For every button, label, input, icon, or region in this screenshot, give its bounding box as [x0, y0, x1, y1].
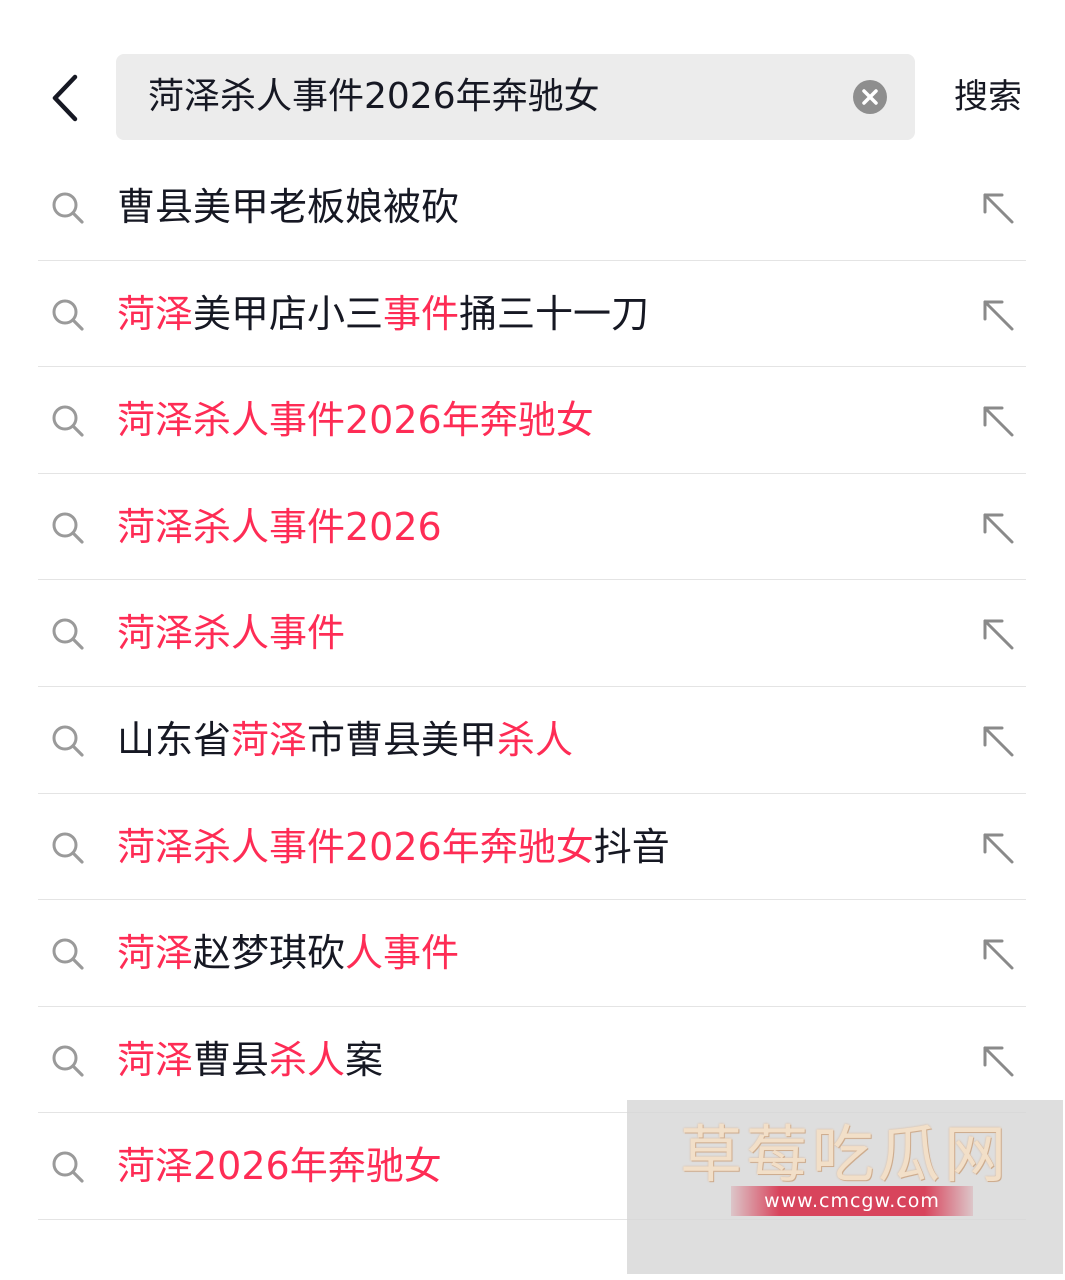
search-icon	[52, 1151, 84, 1183]
watermark: 草莓吃瓜网 www.cmcgw.com	[627, 1100, 1063, 1274]
arrow-up-left-icon[interactable]	[978, 828, 1018, 868]
suggestion-text-part: 捅三十一刀	[459, 291, 650, 336]
highlight-match: 菏泽杀人事件2026年奔驰女	[117, 824, 594, 869]
watermark-logo: 草莓吃瓜网	[679, 1118, 1010, 1191]
highlight-match: 杀人	[497, 717, 574, 762]
highlight-match: 菏泽杀人事件	[117, 611, 346, 656]
search-icon	[52, 299, 84, 331]
arrow-up-left-icon[interactable]	[978, 721, 1018, 761]
highlight-match: 菏泽2026年奔驰女	[117, 1144, 442, 1189]
suggestion-text-part: 抖音	[593, 824, 670, 869]
suggestion-text-part: 案	[345, 1037, 384, 1082]
arrow-up-left-icon[interactable]	[978, 401, 1018, 441]
suggestion-text-part: 山东省	[117, 717, 232, 762]
suggestion-item[interactable]: 菏泽曹县杀人案	[38, 1007, 1026, 1114]
suggestion-item[interactable]: 菏泽杀人事件	[38, 580, 1026, 687]
suggestion-text[interactable]: 菏泽美甲店小三事件捅三十一刀	[117, 261, 649, 367]
back-button[interactable]	[40, 68, 90, 128]
arrow-up-left-icon[interactable]	[978, 1041, 1018, 1081]
highlight-match: 菏泽杀人事件2026年奔驰女	[117, 398, 594, 443]
clear-circle-icon	[862, 89, 878, 105]
search-icon	[52, 192, 84, 224]
suggestion-text[interactable]: 菏泽2026年奔驰女	[117, 1113, 442, 1219]
suggestion-text[interactable]: 菏泽杀人事件2026年奔驰女抖音	[117, 794, 670, 900]
search-icon	[52, 725, 84, 757]
search-icon	[52, 405, 84, 437]
arrow-up-left-icon[interactable]	[978, 188, 1018, 228]
search-icon	[52, 938, 84, 970]
suggestion-text[interactable]: 菏泽杀人事件2026年奔驰女	[117, 367, 594, 473]
suggestion-text[interactable]: 菏泽杀人事件2026	[117, 474, 442, 580]
search-suggestion-screen: 菏泽杀人事件2026年奔驰女 搜索 曹县美甲老板娘被砍 菏泽美甲店小三事件捅三十一…	[0, 0, 1065, 1280]
suggestion-item[interactable]: 山东省菏泽市曹县美甲杀人	[38, 687, 1026, 794]
suggestion-text[interactable]: 山东省菏泽市曹县美甲杀人	[117, 687, 573, 793]
watermark-url-bar: www.cmcgw.com	[731, 1186, 973, 1216]
search-icon	[52, 618, 84, 650]
search-header: 菏泽杀人事件2026年奔驰女 搜索	[0, 0, 1065, 150]
suggestion-item[interactable]: 曹县美甲老板娘被砍	[38, 154, 1026, 261]
highlight-match: 菏泽	[117, 291, 194, 336]
arrow-up-left-icon[interactable]	[978, 508, 1018, 548]
suggestion-text[interactable]: 菏泽杀人事件	[117, 580, 345, 686]
suggestion-text-part: 市曹县美甲	[307, 717, 498, 762]
suggestion-text[interactable]: 菏泽曹县杀人案	[117, 1007, 383, 1113]
suggestion-item[interactable]: 菏泽美甲店小三事件捅三十一刀	[38, 261, 1026, 368]
suggestion-text-part: 曹县	[193, 1037, 270, 1082]
search-input[interactable]: 菏泽杀人事件2026年奔驰女	[116, 54, 915, 140]
search-icon	[52, 1045, 84, 1077]
highlight-match: 人事件	[345, 931, 460, 976]
highlight-match: 菏泽	[231, 717, 308, 762]
suggestion-text[interactable]: 曹县美甲老板娘被砍	[117, 154, 459, 260]
chevron-left-icon	[52, 74, 78, 122]
arrow-up-left-icon[interactable]	[978, 614, 1018, 654]
search-icon	[52, 832, 84, 864]
watermark-url: www.cmcgw.com	[764, 1190, 940, 1212]
highlight-match: 菏泽	[117, 1037, 194, 1082]
suggestion-item[interactable]: 菏泽杀人事件2026	[38, 474, 1026, 581]
search-input-value[interactable]: 菏泽杀人事件2026年奔驰女	[148, 54, 600, 140]
highlight-match: 菏泽	[117, 931, 194, 976]
suggestion-text[interactable]: 菏泽赵梦琪砍人事件	[117, 900, 459, 1006]
suggestion-item[interactable]: 菏泽杀人事件2026年奔驰女	[38, 367, 1026, 474]
suggestion-list: 曹县美甲老板娘被砍 菏泽美甲店小三事件捅三十一刀 菏泽杀人事件2026年奔驰女 菏泽杀…	[38, 154, 1026, 1220]
clear-button[interactable]	[853, 80, 887, 114]
arrow-up-left-icon[interactable]	[978, 934, 1018, 974]
suggestion-text-part: 赵梦琪砍	[193, 931, 346, 976]
search-button[interactable]: 搜索	[954, 54, 1022, 140]
highlight-match: 杀人	[269, 1037, 346, 1082]
suggestion-item[interactable]: 菏泽杀人事件2026年奔驰女抖音	[38, 794, 1026, 901]
highlight-match: 事件	[383, 291, 460, 336]
suggestion-text-part: 美甲店小三	[193, 291, 384, 336]
search-icon	[52, 512, 84, 544]
suggestion-item[interactable]: 菏泽赵梦琪砍人事件	[38, 900, 1026, 1007]
arrow-up-left-icon[interactable]	[978, 295, 1018, 335]
highlight-match: 菏泽杀人事件2026	[117, 504, 442, 549]
suggestion-text-part: 曹县美甲老板娘被砍	[117, 185, 460, 229]
